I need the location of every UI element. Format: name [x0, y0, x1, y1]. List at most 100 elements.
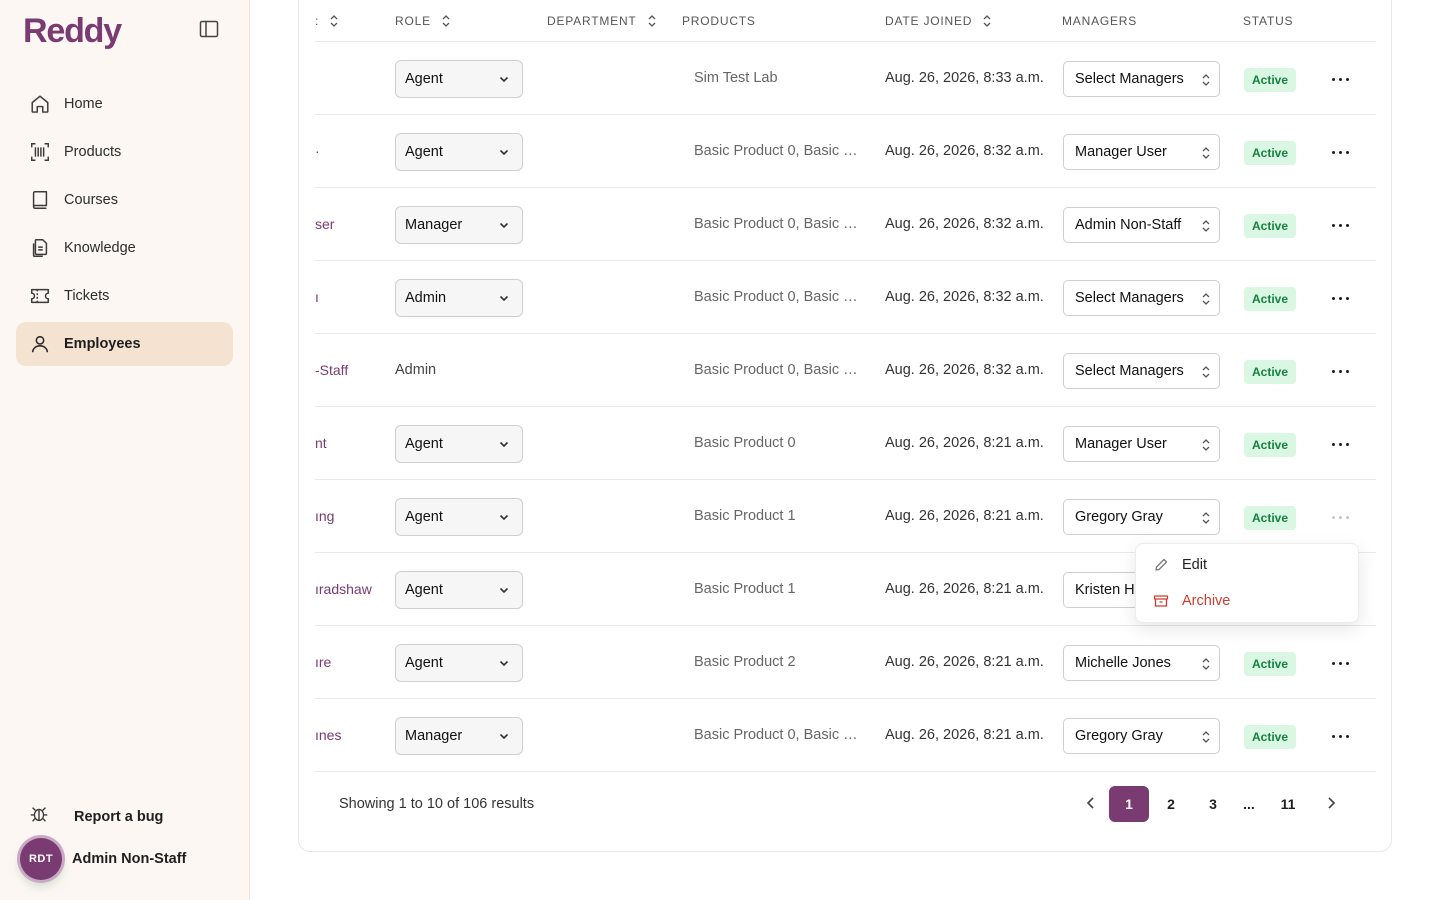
column-header-name[interactable]: :	[315, 14, 339, 28]
page-button-3[interactable]: 3	[1193, 786, 1233, 822]
employee-name-link[interactable]: ınes	[315, 727, 341, 743]
select-updown-icon	[1201, 437, 1211, 457]
managers-select[interactable]: Gregory Gray	[1063, 718, 1220, 754]
more-actions-icon[interactable]	[1327, 214, 1353, 236]
date-joined-cell: Aug. 26, 2026, 8:21 a.m.	[885, 581, 1044, 597]
avatar[interactable]: RDT	[20, 838, 62, 880]
date-joined-cell: Aug. 26, 2026, 8:32 a.m.	[885, 216, 1044, 232]
results-summary: Showing 1 to 10 of 106 results	[339, 796, 535, 812]
sidebar-item-label: Tickets	[64, 288, 110, 304]
select-updown-icon	[1201, 364, 1211, 384]
managers-select[interactable]: Manager User	[1063, 134, 1220, 170]
report-bug-link[interactable]: Report a bug	[28, 803, 163, 830]
managers-select[interactable]: Admin Non-Staff	[1063, 207, 1220, 243]
chevron-down-icon	[498, 511, 510, 527]
products-cell: Basic Product 0, Basic P…	[694, 143, 864, 159]
select-updown-icon	[1201, 218, 1211, 238]
more-actions-icon[interactable]	[1327, 68, 1353, 90]
role-select[interactable]: Manager	[395, 206, 523, 244]
products-cell: Basic Product 0	[694, 435, 796, 451]
sidebar-item-courses[interactable]: Courses	[16, 178, 233, 222]
column-header-date-joined[interactable]: DATE JOINED	[885, 14, 992, 28]
role-select[interactable]: Agent	[395, 133, 523, 171]
employee-name-link[interactable]: ıradshaw	[315, 581, 372, 597]
sidebar-item-knowledge[interactable]: Knowledge	[16, 226, 233, 270]
page-button-1[interactable]: 1	[1109, 786, 1149, 822]
pencil-icon	[1152, 556, 1170, 574]
main-nav: Home Products Courses Knowledge Tickets	[16, 82, 233, 370]
status-badge: Active	[1244, 68, 1297, 92]
next-page-button[interactable]	[1311, 786, 1351, 822]
role-select[interactable]: Agent	[395, 60, 523, 98]
managers-select[interactable]: Select Managers	[1063, 61, 1220, 97]
sidebar-toggle-icon[interactable]	[198, 19, 220, 39]
sort-icon[interactable]	[647, 14, 657, 28]
employees-table: : ROLE DEPARTMENT PRODUCTS DATE JOINED M…	[315, 0, 1376, 772]
role-select[interactable]: Admin	[395, 279, 523, 317]
page-ellipsis: ...	[1243, 796, 1255, 812]
sort-icon[interactable]	[441, 14, 451, 28]
managers-select[interactable]: Gregory Gray	[1063, 499, 1220, 535]
more-actions-icon[interactable]	[1327, 141, 1353, 163]
user-name: Admin Non-Staff	[72, 851, 187, 867]
select-updown-icon	[1201, 72, 1211, 92]
sidebar-item-label: Courses	[64, 192, 118, 208]
home-icon	[28, 92, 52, 116]
role-select[interactable]: Agent	[395, 425, 523, 463]
employee-name-link[interactable]: ıre	[315, 654, 331, 670]
employee-name-link[interactable]: ıng	[315, 508, 334, 524]
sort-icon[interactable]	[982, 14, 992, 28]
managers-select[interactable]: Manager User	[1063, 426, 1220, 462]
sidebar: Reddy Home Products Courses Knowledge Ti…	[0, 0, 250, 900]
table-row: nt Agent Basic Product 0 Aug. 26, 2026, 8:2…	[315, 407, 1376, 480]
sidebar-item-products[interactable]: Products	[16, 130, 233, 174]
managers-select[interactable]: Select Managers	[1063, 280, 1220, 316]
page-button-2[interactable]: 2	[1151, 786, 1191, 822]
prev-page-button[interactable]	[1073, 786, 1109, 822]
status-badge: Active	[1244, 214, 1297, 238]
page-button-11[interactable]: 11	[1265, 786, 1311, 822]
more-actions-icon[interactable]	[1327, 652, 1353, 674]
edit-menu-item[interactable]: Edit	[1152, 556, 1207, 574]
employee-name-link[interactable]: nt	[315, 435, 327, 451]
managers-select[interactable]: Michelle Jones	[1063, 645, 1220, 681]
more-actions-icon[interactable]	[1327, 725, 1353, 747]
archive-menu-item[interactable]: Archive	[1152, 592, 1230, 610]
status-badge: Active	[1244, 652, 1297, 676]
column-header-role[interactable]: ROLE	[395, 14, 451, 28]
chevron-down-icon	[498, 584, 510, 600]
chevron-down-icon	[498, 438, 510, 454]
role-select[interactable]: Agent	[395, 498, 523, 536]
archive-icon	[1152, 592, 1170, 610]
select-updown-icon	[1201, 145, 1211, 165]
sort-icon[interactable]	[329, 14, 339, 28]
products-cell: Basic Product 0, Basic P…	[694, 289, 864, 305]
employee-name-link[interactable]: ·	[315, 143, 320, 159]
role-select[interactable]: Agent	[395, 571, 523, 609]
sidebar-item-home[interactable]: Home	[16, 82, 233, 126]
user-profile[interactable]: RDT Admin Non-Staff	[20, 838, 186, 880]
table-row: -Staff Admin Basic Product 0, Basic P… Aug.…	[315, 334, 1376, 407]
more-actions-icon[interactable]	[1327, 506, 1353, 528]
chevron-down-icon	[498, 219, 510, 235]
table-header: : ROLE DEPARTMENT PRODUCTS DATE JOINED M…	[315, 1, 1376, 42]
date-joined-cell: Aug. 26, 2026, 8:21 a.m.	[885, 654, 1044, 670]
role-select[interactable]: Agent	[395, 644, 523, 682]
brand-logo[interactable]: Reddy	[23, 12, 122, 51]
managers-select[interactable]: Select Managers	[1063, 353, 1220, 389]
employee-name-link[interactable]: ser	[315, 216, 334, 232]
column-header-managers: MANAGERS	[1062, 14, 1138, 28]
sidebar-item-tickets[interactable]: Tickets	[16, 274, 233, 318]
role-select[interactable]: Manager	[395, 717, 523, 755]
more-actions-icon[interactable]	[1327, 433, 1353, 455]
status-badge: Active	[1244, 360, 1297, 384]
employee-name-link[interactable]: -Staff	[315, 362, 348, 378]
employee-name-link[interactable]: ı	[315, 289, 319, 305]
more-actions-icon[interactable]	[1327, 287, 1353, 309]
products-cell: Basic Product 0, Basic P…	[694, 362, 864, 378]
products-cell: Basic Product 0, Basic P…	[694, 727, 864, 743]
date-joined-cell: Aug. 26, 2026, 8:32 a.m.	[885, 143, 1044, 159]
more-actions-icon[interactable]	[1327, 360, 1353, 382]
column-header-department[interactable]: DEPARTMENT	[547, 14, 657, 28]
sidebar-item-employees[interactable]: Employees	[16, 322, 233, 366]
